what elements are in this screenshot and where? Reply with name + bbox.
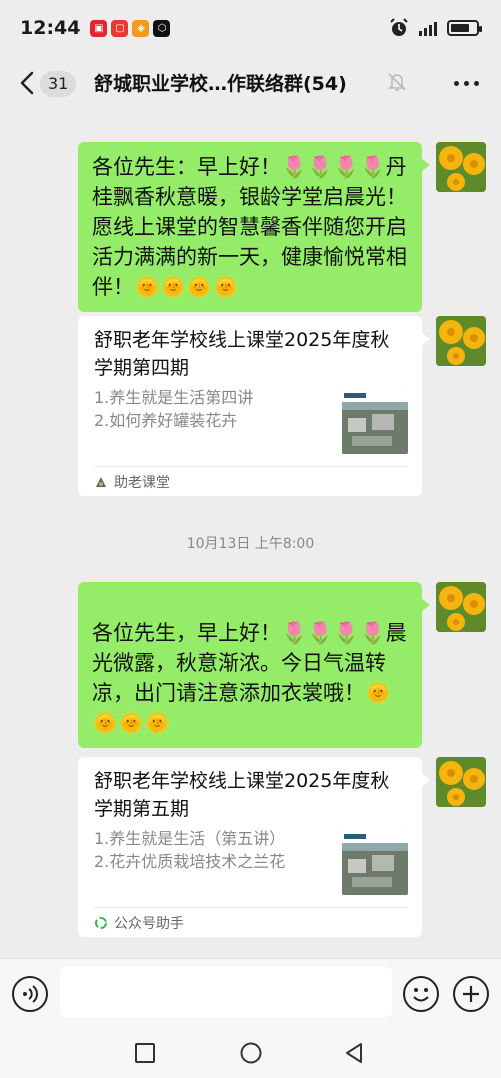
- card-source-name: 公众号助手: [114, 915, 184, 932]
- card-description-line: 1.养生就是生活（第五讲）: [94, 829, 286, 848]
- card-thumbnail: [342, 831, 408, 895]
- home-icon[interactable]: [239, 1041, 263, 1065]
- card-source: 公众号助手: [94, 907, 408, 937]
- smiley-icon: [413, 988, 429, 1002]
- app-notification-icon: ▣: [90, 19, 108, 37]
- signal-icon: [419, 20, 437, 36]
- alarm-icon: [390, 18, 408, 36]
- voice-input-button[interactable]: [12, 976, 48, 1012]
- avatar[interactable]: [436, 582, 486, 632]
- message-timestamp: 10月13日 上午8:00: [186, 536, 315, 552]
- app-notification-icon: ⬡: [153, 19, 171, 37]
- card-source: 助老课堂: [94, 466, 408, 496]
- card-title: 舒职老年学校线上课堂2025年度秋学期第五期: [94, 770, 390, 820]
- status-bar: 12:44 ▣ ▢ ◈ ⬡: [0, 0, 501, 56]
- recycle-icon: [95, 916, 107, 929]
- more-options-button[interactable]: [454, 72, 479, 94]
- mini-program-icon: [96, 476, 106, 487]
- avatar[interactable]: [436, 757, 486, 807]
- system-navigation-bar: [0, 1028, 501, 1078]
- article-card[interactable]: 舒职老年学校线上课堂2025年度秋学期第四期 1.养生就是生活第四讲 2.如何养…: [78, 316, 430, 496]
- mute-bell-icon: [388, 73, 406, 91]
- plus-icon: [463, 986, 479, 1002]
- article-card[interactable]: 舒职老年学校线上课堂2025年度秋学期第五期 1.养生就是生活（第五讲） 2.花…: [78, 757, 430, 937]
- battery-icon: [447, 20, 482, 36]
- status-time: 12:44: [20, 17, 81, 39]
- unread-count-badge[interactable]: 31: [40, 71, 77, 97]
- card-description-line: 1.养生就是生活第四讲: [94, 388, 254, 407]
- message-text: 各位先生：早上好！🌷🌷🌷🌷丹桂飘香秋意暖，银龄学堂启晨光！愿线上课堂的智慧馨香伴…: [92, 155, 407, 299]
- text-message-bubble[interactable]: 各位先生：早上好！🌷🌷🌷🌷丹桂飘香秋意暖，银龄学堂启晨光！愿线上课堂的智慧馨香伴…: [78, 142, 430, 312]
- emoji-button[interactable]: [403, 976, 439, 1012]
- back-icon[interactable]: [343, 1042, 365, 1064]
- avatar[interactable]: [436, 142, 486, 192]
- text-message-bubble[interactable]: 各位先生，早上好！🌷🌷🌷🌷晨光微露，秋意渐浓。今日气温转凉，出门请注意添加衣裳哦…: [78, 582, 430, 748]
- card-description-line: 2.花卉优质栽培技术之兰花: [94, 852, 286, 871]
- app-notification-icon: ▢: [111, 19, 129, 37]
- chat-header: 31 舒城职业学校…作联络群(54): [0, 56, 501, 110]
- back-arrow-icon[interactable]: [18, 70, 36, 96]
- message-input[interactable]: [60, 967, 392, 1017]
- card-source-name: 助老课堂: [114, 474, 170, 491]
- recent-apps-icon[interactable]: [134, 1042, 156, 1064]
- card-description-line: 2.如何养好罐装花卉: [94, 411, 238, 430]
- voice-wave-icon: [23, 985, 38, 1003]
- more-functions-button[interactable]: [453, 976, 489, 1012]
- app-notification-icon: ◈: [132, 19, 150, 37]
- input-bar: [0, 958, 501, 1028]
- avatar[interactable]: [436, 316, 486, 366]
- card-title: 舒职老年学校线上课堂2025年度秋学期第四期: [94, 329, 390, 379]
- message-text: 各位先生，早上好！🌷🌷🌷🌷晨光微露，秋意渐浓。今日气温转凉，出门请注意添加衣裳哦…: [92, 621, 407, 735]
- card-thumbnail: [342, 390, 408, 454]
- chat-title: 舒城职业学校…作联络群(54): [94, 73, 347, 95]
